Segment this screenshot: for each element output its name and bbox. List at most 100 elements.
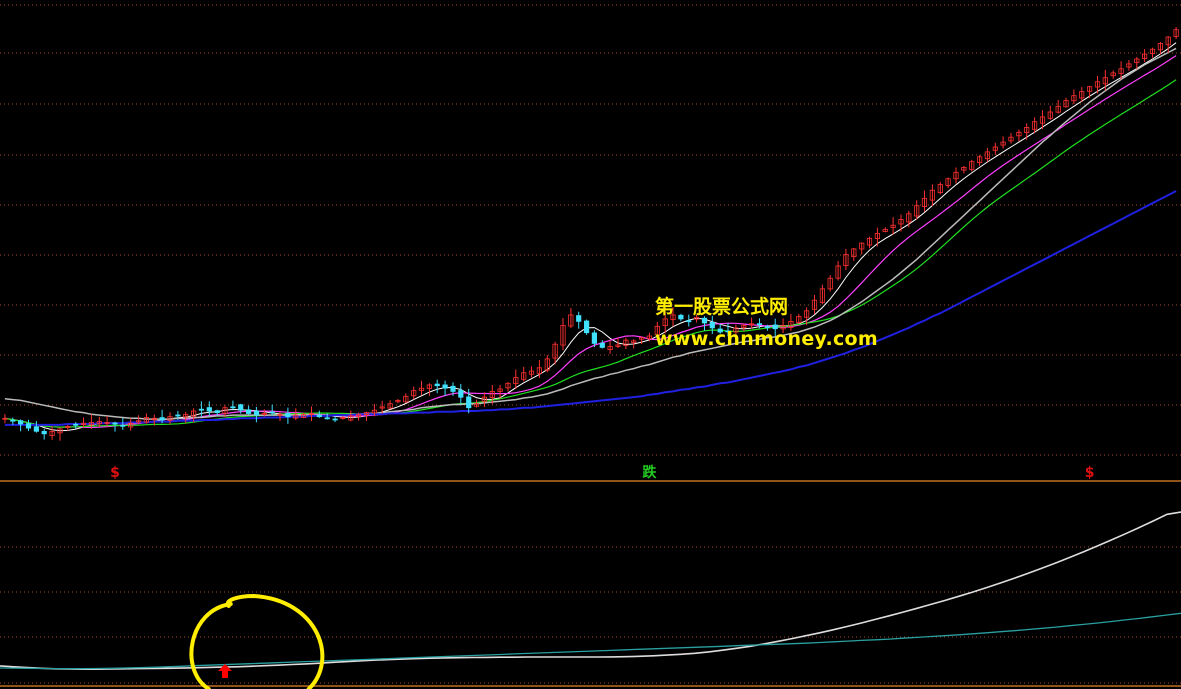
candle-body — [112, 422, 118, 425]
candle — [953, 167, 959, 184]
candle — [796, 313, 802, 324]
candle — [914, 200, 920, 220]
stock-chart[interactable]: $ 跌 $ — [0, 0, 1181, 689]
candle — [929, 184, 936, 207]
candle — [245, 405, 252, 415]
candle-body — [599, 342, 605, 348]
signal-marker: 跌 — [642, 465, 657, 481]
candle-body — [175, 414, 181, 417]
candle — [819, 284, 826, 305]
indicator-lines — [0, 511, 1181, 687]
candle — [607, 340, 613, 354]
moving-average-lines — [4, 42, 1177, 432]
candle-body — [756, 323, 763, 326]
candle — [1142, 49, 1148, 62]
candle-body — [434, 383, 440, 387]
candle-body — [253, 410, 260, 416]
candle — [308, 406, 315, 422]
candle — [568, 307, 574, 329]
candle — [411, 386, 417, 400]
candle — [285, 407, 291, 424]
candle-body — [73, 423, 79, 426]
annotation-layer — [189, 593, 325, 689]
candle — [10, 417, 16, 425]
signal-marker: $ — [1085, 465, 1095, 481]
highlight-circle — [189, 593, 325, 689]
candle — [57, 427, 63, 441]
candle-body — [238, 404, 244, 411]
candle — [1008, 133, 1014, 144]
candle-body — [324, 417, 330, 420]
candle — [851, 248, 857, 261]
candle — [969, 159, 975, 172]
candle-body — [120, 424, 126, 427]
candle — [418, 380, 425, 396]
candle — [505, 382, 511, 392]
ma120-line — [4, 190, 1177, 426]
candle — [269, 404, 275, 416]
candle — [33, 421, 40, 433]
candle — [1165, 36, 1171, 53]
ma5-line — [4, 42, 1177, 432]
candle — [49, 426, 55, 440]
candle — [1047, 105, 1053, 120]
candle — [1087, 85, 1093, 98]
candle-body — [576, 315, 582, 322]
candle — [859, 242, 865, 255]
candle — [1110, 70, 1116, 79]
signal-markers: $ 跌 $ — [110, 465, 1094, 481]
candle-body — [591, 332, 598, 344]
candle — [811, 294, 818, 314]
watermark-title: 第一股票公式网 — [655, 296, 789, 318]
candle — [2, 413, 8, 424]
candle — [874, 227, 881, 247]
candle-body — [269, 411, 275, 414]
candle — [348, 410, 354, 422]
candle — [25, 419, 32, 431]
candle — [544, 355, 550, 373]
candle — [473, 399, 480, 408]
candle — [458, 383, 464, 405]
candle — [921, 190, 928, 212]
candle — [890, 217, 896, 235]
candle — [253, 406, 260, 423]
candle-body — [332, 418, 338, 421]
candle — [843, 248, 849, 270]
candle — [198, 401, 204, 417]
candle-body — [41, 430, 47, 435]
indicator-line-signal — [0, 612, 1181, 670]
candle-body — [466, 396, 472, 409]
candle — [882, 227, 888, 233]
candle — [835, 261, 841, 281]
candle-body — [25, 423, 32, 429]
candle — [112, 421, 118, 432]
candle — [442, 380, 448, 397]
candle — [599, 340, 605, 349]
buy-arrow-icon — [218, 664, 233, 678]
candle-body — [584, 320, 590, 334]
candle — [945, 177, 951, 188]
candle — [827, 275, 833, 292]
candle-body — [230, 406, 236, 409]
candle-body — [450, 385, 456, 392]
candle — [1071, 89, 1077, 104]
candle — [1000, 136, 1006, 149]
ma20-line — [4, 79, 1177, 428]
candle-body — [316, 414, 322, 418]
candle — [898, 214, 904, 232]
candle-body — [10, 419, 16, 422]
candlestick-series — [2, 27, 1179, 441]
candle — [992, 142, 998, 155]
candle — [937, 181, 943, 195]
candle — [560, 318, 566, 351]
candle-body — [198, 408, 204, 411]
indicator-line-main — [0, 511, 1181, 671]
candle-body — [33, 426, 40, 432]
candle — [395, 399, 401, 404]
watermark-url: www.chnmoney.com — [655, 328, 879, 350]
candle — [528, 366, 535, 378]
candle — [584, 319, 590, 335]
candle — [1055, 99, 1061, 114]
candle — [521, 366, 527, 382]
candle — [1063, 97, 1069, 108]
